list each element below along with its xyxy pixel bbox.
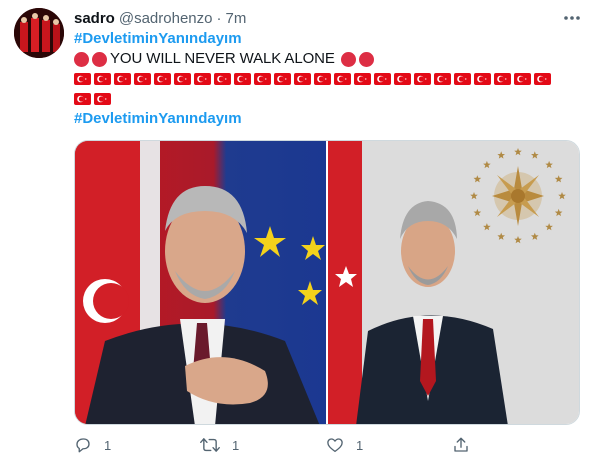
reply-icon [76, 438, 90, 453]
turkey-flag-emoji [114, 73, 131, 85]
turkey-flag-emoji [354, 73, 371, 85]
turkey-flag-emoji [294, 73, 311, 85]
tweet-text: #DevletiminYanındayım YOU WILL NEVER WAL… [74, 29, 579, 129]
hashtag-link[interactable]: #DevletiminYanındayım [74, 109, 579, 129]
display-name[interactable]: sadro [74, 10, 115, 27]
turkey-flag-emoji [134, 73, 151, 85]
tweet[interactable]: sadro @sadrohenzo · 7m #DevletiminYanınd… [0, 0, 593, 469]
turkey-flag-emoji [414, 73, 431, 85]
separator-dot: · [216, 9, 222, 27]
turkey-flag-emoji [394, 73, 411, 85]
turkey-flag-emoji [454, 73, 471, 85]
turkey-flag-emoji [274, 73, 291, 85]
heart-icon [327, 438, 343, 453]
photo-right[interactable] [328, 141, 579, 424]
turkey-flag-emoji [374, 73, 391, 85]
message-line: YOU WILL NEVER WALK ALONE [74, 49, 579, 69]
turkey-flag-emoji [534, 73, 551, 85]
turkey-flag-emoji [254, 73, 271, 85]
turkey-flag-emoji [514, 73, 531, 85]
turkey-flag-emoji [94, 73, 111, 85]
retweet-count: 1 [232, 437, 240, 453]
turkey-flag-emoji [174, 73, 191, 85]
tweet-header: sadro @sadrohenzo · 7m [74, 9, 246, 27]
reply-count: 1 [104, 437, 112, 453]
user-handle[interactable]: @sadrohenzo [119, 10, 213, 27]
hashtag-link[interactable]: #DevletiminYanındayım [74, 29, 579, 49]
avatar[interactable] [14, 8, 64, 58]
photo-left[interactable] [75, 141, 326, 424]
red-circle-emoji [92, 51, 107, 67]
timestamp[interactable]: 7m [225, 10, 246, 27]
message-text: YOU WILL NEVER WALK ALONE [110, 50, 335, 67]
more-horizontal-icon [564, 16, 580, 20]
red-circle-emoji [340, 51, 356, 67]
turkey-flag-emoji [434, 73, 451, 85]
share-button[interactable] [452, 434, 578, 456]
turkey-flag-emoji [94, 93, 111, 105]
turkey-flag-emoji [494, 73, 511, 85]
retweet-button[interactable]: 1 [200, 434, 326, 456]
like-count: 1 [356, 437, 364, 453]
more-options-button[interactable] [561, 8, 583, 28]
retweet-icon [200, 438, 220, 452]
turkey-flag-emoji [214, 73, 231, 85]
turkey-flag-emoji [474, 73, 491, 85]
media-grid[interactable] [74, 140, 580, 425]
reply-button[interactable]: 1 [74, 434, 200, 456]
turkey-flag-emoji [314, 73, 331, 85]
turkey-flag-emoji [334, 73, 351, 85]
turkey-flag-emoji [234, 73, 251, 85]
turkey-flag-emoji [74, 93, 91, 105]
share-icon [454, 437, 468, 452]
like-button[interactable]: 1 [326, 434, 452, 456]
turkey-flag-emoji [194, 73, 211, 85]
turkey-flag-emoji [154, 73, 171, 85]
turkey-flag-emoji [74, 73, 91, 85]
turkey-flag-emojis [74, 69, 579, 109]
red-circle-emoji [358, 51, 374, 67]
red-circle-emoji [74, 51, 89, 67]
tweet-actions: 1 1 1 [74, 434, 580, 456]
